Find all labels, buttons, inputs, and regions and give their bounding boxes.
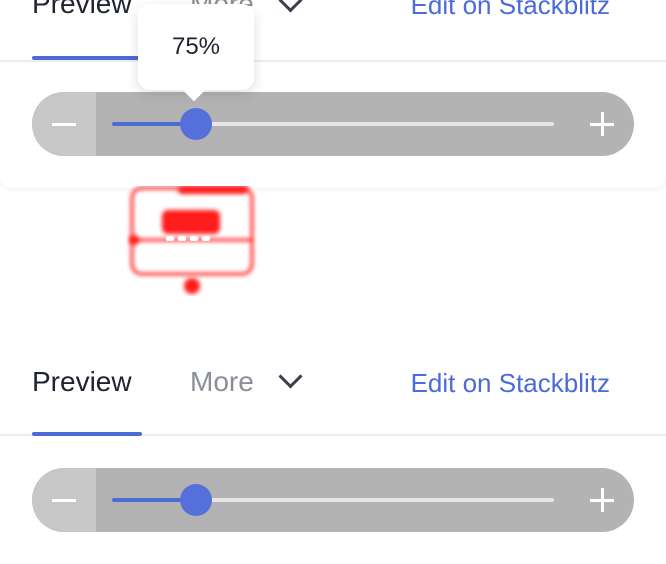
tab-preview[interactable]: Preview bbox=[32, 368, 132, 396]
tab-preview[interactable]: Preview bbox=[32, 0, 132, 18]
tab-active-indicator bbox=[32, 432, 142, 436]
zoom-out-button[interactable] bbox=[32, 92, 96, 156]
preview-panel-top: Preview More Edit on Stackblitz 75% bbox=[0, 0, 666, 188]
tab-active-indicator bbox=[32, 56, 142, 60]
zoom-out-button[interactable] bbox=[32, 468, 96, 532]
zoom-slider-thumb[interactable] bbox=[179, 108, 212, 140]
broken-image-icon bbox=[129, 186, 254, 294]
chevron-down-icon[interactable] bbox=[278, 364, 303, 389]
zoom-slider-track[interactable] bbox=[112, 484, 554, 516]
zoom-control bbox=[32, 468, 634, 532]
zoom-in-button[interactable] bbox=[578, 476, 626, 524]
zoom-tooltip: 75% bbox=[138, 4, 254, 90]
edit-on-stackblitz-link[interactable]: Edit on Stackblitz bbox=[411, 370, 610, 396]
zoom-in-button[interactable] bbox=[578, 100, 626, 148]
tab-bar: Preview More Edit on Stackblitz bbox=[0, 352, 666, 436]
chevron-down-icon[interactable] bbox=[278, 0, 303, 13]
edit-on-stackblitz-link[interactable]: Edit on Stackblitz bbox=[411, 0, 610, 18]
tab-more[interactable]: More bbox=[190, 368, 254, 396]
zoom-slider-thumb[interactable] bbox=[179, 484, 212, 516]
zoom-control bbox=[32, 92, 634, 156]
tab-bar: Preview More Edit on Stackblitz bbox=[0, 0, 666, 62]
zoom-slider-track[interactable] bbox=[112, 108, 554, 140]
preview-panel-bottom: Preview More Edit on Stackblitz bbox=[0, 352, 666, 564]
